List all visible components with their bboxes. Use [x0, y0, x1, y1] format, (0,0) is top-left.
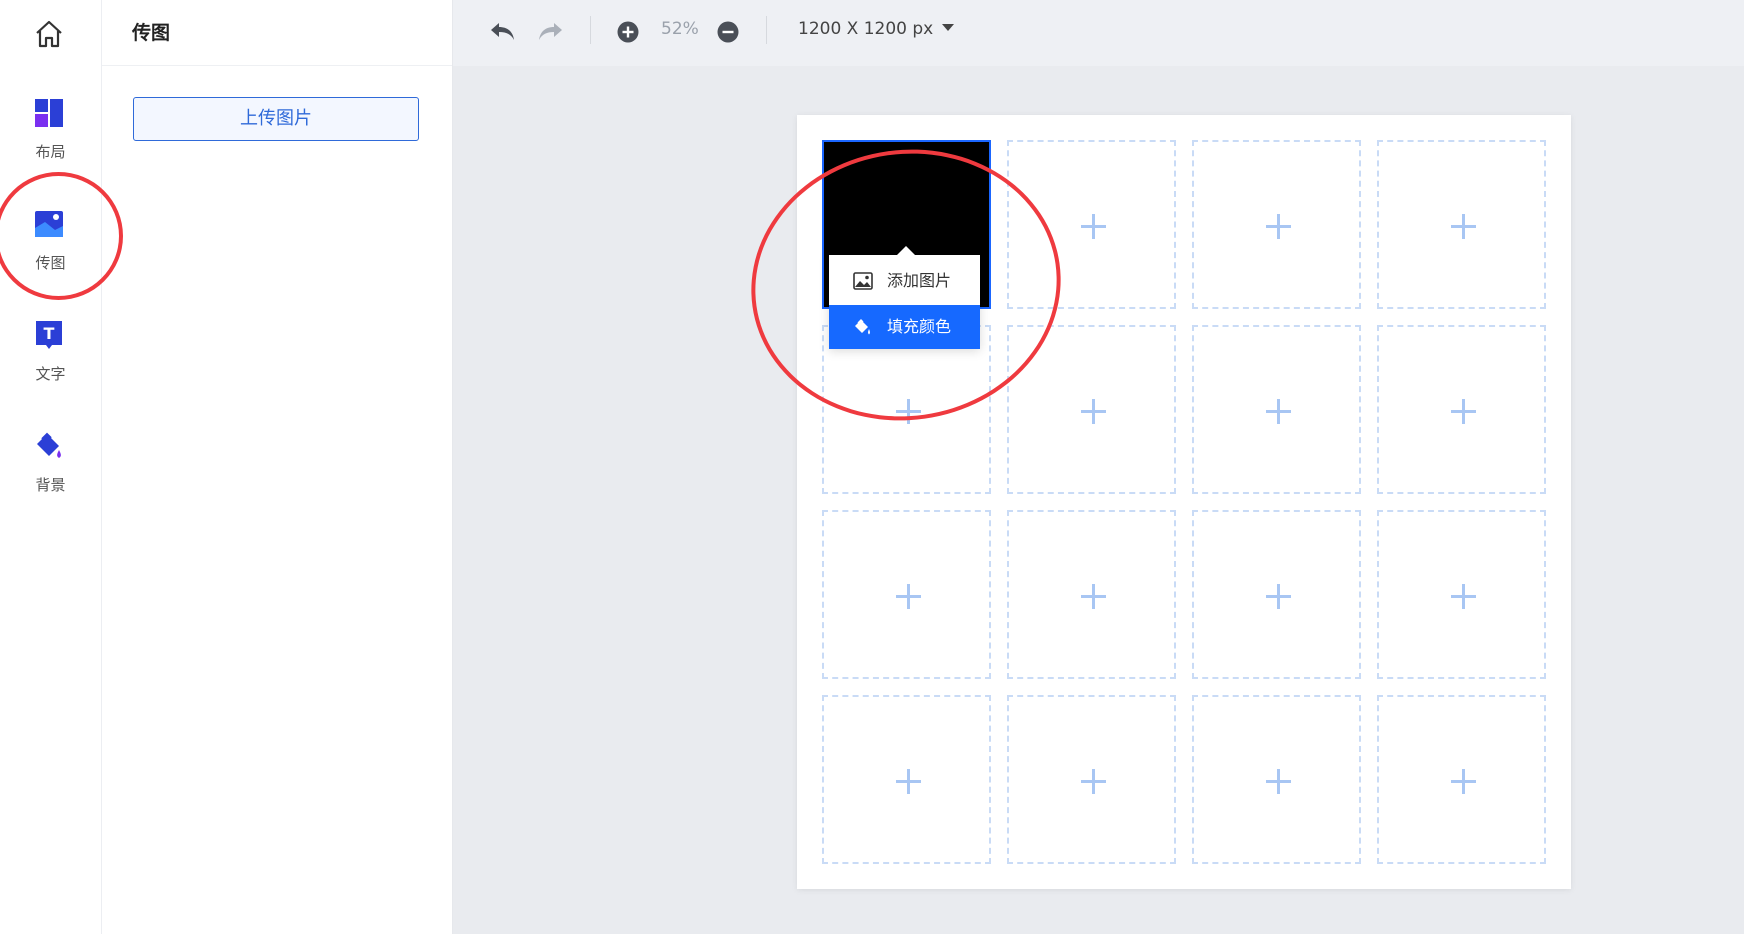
plus-icon [1451, 769, 1476, 794]
plus-icon [1266, 214, 1291, 239]
grid-cell[interactable] [1192, 510, 1361, 679]
undo-icon[interactable] [488, 17, 518, 47]
nav-label-upload-image: 传图 [35, 254, 66, 272]
zoom-level: 52% [661, 19, 699, 39]
chevron-down-icon [942, 24, 955, 31]
zoom-in-icon[interactable] [613, 17, 643, 47]
panel-title: 传图 [102, 0, 452, 66]
nav-item-upload-image[interactable]: 传图 [0, 208, 101, 298]
grid-cell[interactable] [1192, 325, 1361, 494]
grid-cell[interactable] [822, 695, 991, 864]
image-upload-icon [35, 211, 63, 237]
plus-icon [1081, 769, 1106, 794]
plus-icon [1451, 399, 1476, 424]
nav-item-layout[interactable]: 布局 [0, 97, 101, 187]
grid-cell[interactable] [1007, 510, 1176, 679]
nav-item-background[interactable]: 背景 [0, 430, 101, 520]
canvas-size-value: 1200 X 1200 px [798, 19, 934, 39]
plus-icon [1266, 584, 1291, 609]
upload-panel: 传图 上传图片 [102, 0, 453, 934]
plus-icon [1081, 399, 1106, 424]
plus-icon [1266, 769, 1291, 794]
grid-cell[interactable] [1192, 695, 1361, 864]
zoom-out-icon[interactable] [713, 17, 743, 47]
top-toolbar: 52% 1200 X 1200 px [453, 0, 1744, 66]
paint-bucket-icon [37, 432, 61, 458]
toolbar-divider [766, 16, 767, 44]
plus-icon [896, 584, 921, 609]
add-image-label: 添加图片 [887, 271, 952, 290]
canvas-size-select[interactable]: 1200 X 1200 px [798, 19, 955, 39]
plus-icon [1081, 584, 1106, 609]
nav-label-layout: 布局 [35, 143, 66, 161]
toolbar-divider [590, 16, 591, 44]
fill-color-label: 填充颜色 [887, 317, 952, 336]
grid-cell[interactable] [1377, 140, 1546, 309]
plus-icon [1266, 399, 1291, 424]
plus-icon [896, 769, 921, 794]
grid-cell[interactable] [1377, 695, 1546, 864]
design-canvas [797, 115, 1571, 889]
text-icon: T [36, 321, 62, 349]
plus-icon [1081, 214, 1106, 239]
grid-cell[interactable] [822, 510, 991, 679]
plus-icon [1451, 214, 1476, 239]
image-icon [853, 272, 873, 290]
redo-icon[interactable] [535, 17, 565, 47]
paint-bucket-icon [855, 319, 870, 335]
plus-icon [1451, 584, 1476, 609]
fill-color-option[interactable]: 填充颜色 [829, 305, 980, 349]
svg-text:T: T [44, 324, 55, 343]
left-nav-rail: 布局 传图 T 文字 背景 [0, 0, 102, 934]
grid-cell[interactable] [1007, 140, 1176, 309]
upload-image-button[interactable]: 上传图片 [133, 97, 419, 141]
cell-context-menu: 添加图片 填充颜色 [829, 246, 980, 349]
grid-cell[interactable] [1377, 325, 1546, 494]
nav-label-background: 背景 [35, 476, 66, 494]
add-image-option[interactable]: 添加图片 [829, 259, 980, 303]
grid-cell[interactable] [1007, 325, 1176, 494]
home-icon[interactable] [33, 18, 65, 50]
grid-cell[interactable] [822, 325, 991, 494]
nav-label-text: 文字 [35, 365, 66, 383]
layout-icon [35, 99, 63, 127]
nav-item-text[interactable]: T 文字 [0, 319, 101, 409]
grid-cell[interactable] [1377, 510, 1546, 679]
grid-cell[interactable] [1192, 140, 1361, 309]
grid-cell[interactable] [1007, 695, 1176, 864]
plus-icon [896, 399, 921, 424]
